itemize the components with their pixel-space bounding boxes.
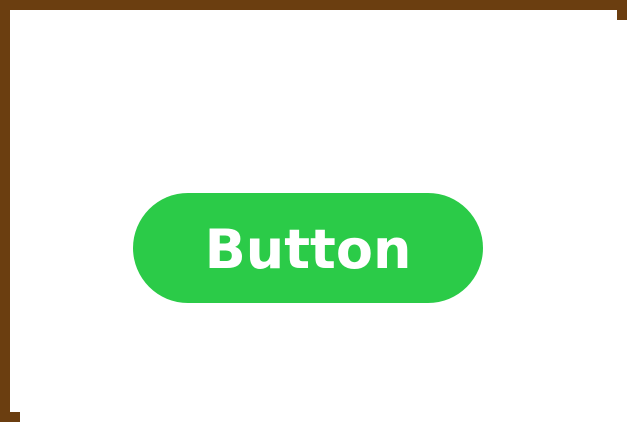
canvas: Button (20, 20, 627, 422)
window-frame: Button (0, 0, 627, 422)
primary-button[interactable]: Button (133, 193, 483, 303)
primary-button-label: Button (204, 218, 412, 281)
